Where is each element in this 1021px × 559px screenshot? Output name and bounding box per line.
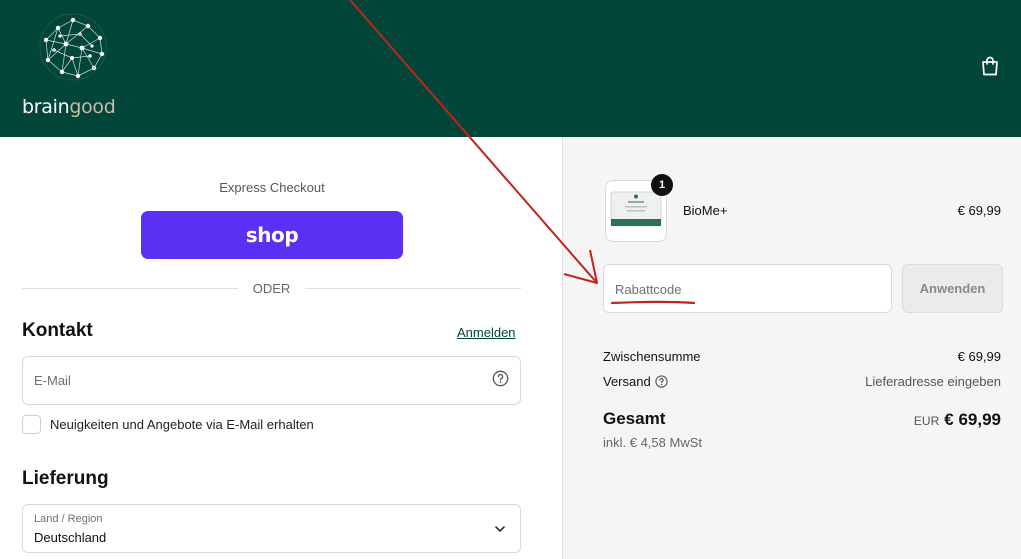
order-summary: 1 BioMe+ € 69,99 Rabattcode Anwenden Zwi… <box>562 137 1021 559</box>
subtotal-value: € 69,99 <box>957 349 1001 364</box>
question-circle-icon[interactable] <box>492 370 509 387</box>
newsletter-label: Neuigkeiten und Angebote via E-Mail erha… <box>50 416 314 432</box>
total-amount: € 69,99 <box>944 410 1001 429</box>
total-currency: EUR <box>913 414 940 428</box>
newsletter-checkbox[interactable] <box>22 414 41 434</box>
tax-note: inkl. € 4,58 MwSt <box>603 435 702 450</box>
discount-placeholder: Rabattcode <box>615 282 682 297</box>
email-placeholder: E-Mail <box>34 373 71 388</box>
divider-right <box>305 288 521 289</box>
checkout-form: Express Checkout shop ODER Kontakt Anmel… <box>0 137 562 559</box>
subtotal-label: Zwischensumme <box>603 349 701 364</box>
brand-wordmark: braingood <box>22 96 116 118</box>
shipping-value: Lieferadresse eingeben <box>865 374 1001 389</box>
total-value-row: EUR € 69,99 <box>914 410 1001 430</box>
country-select[interactable]: Land / Region Deutschland <box>22 504 521 553</box>
delivery-heading: Lieferung <box>22 468 109 489</box>
product-price: € 69,99 <box>957 203 1001 218</box>
contact-heading: Kontakt <box>22 320 93 341</box>
chevron-down-icon <box>495 526 505 532</box>
country-value: Deutschland <box>34 530 107 545</box>
discount-code-input[interactable]: Rabattcode <box>603 264 892 313</box>
logo-network-icon <box>39 13 107 81</box>
product-name: BioMe+ <box>683 203 728 218</box>
shop-pay-logo: shop <box>245 223 299 247</box>
shop-pay-button[interactable]: shop <box>141 211 403 259</box>
or-separator: ODER <box>252 281 291 296</box>
login-link[interactable]: Anmelden <box>457 325 516 340</box>
site-header: braingood <box>0 0 1021 137</box>
shopping-bag-icon <box>982 56 998 76</box>
newsletter-option[interactable]: Neuigkeiten und Angebote via E-Mail erha… <box>22 414 314 434</box>
brand-logo[interactable]: braingood <box>22 10 132 120</box>
divider-left <box>22 288 238 289</box>
shipping-label-row: Versand <box>603 374 668 389</box>
shipping-label: Versand <box>603 374 651 389</box>
express-checkout-label: Express Checkout <box>219 180 325 195</box>
total-label: Gesamt <box>603 409 666 428</box>
email-field[interactable]: E-Mail <box>22 356 521 405</box>
cart-button[interactable] <box>976 52 1004 80</box>
country-label: Land / Region <box>34 513 103 525</box>
apply-discount-button[interactable]: Anwenden <box>902 264 1003 313</box>
quantity-badge: 1 <box>651 174 673 196</box>
question-circle-icon[interactable] <box>655 375 668 388</box>
